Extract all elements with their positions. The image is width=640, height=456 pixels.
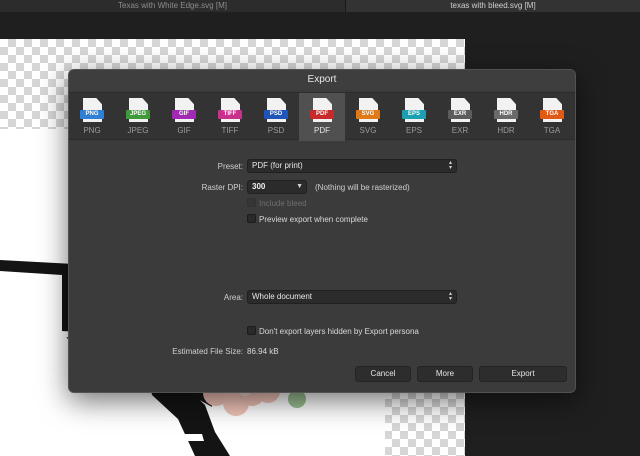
format-label: SVG (359, 126, 377, 135)
format-label: EPS (405, 126, 422, 135)
preview-export-label: Preview export when complete (259, 215, 368, 224)
area-label: Area: (223, 293, 243, 302)
estimated-size-value: 86.94 kB (247, 347, 279, 356)
area-select[interactable]: Whole document ▴ ▾ (247, 290, 457, 304)
preset-select[interactable]: PDF (for print) ▴ ▾ (247, 159, 457, 173)
select-arrows-icon: ▴ ▾ (448, 160, 452, 171)
cancel-button[interactable]: Cancel (355, 366, 411, 382)
format-tab-tga[interactable]: TGA TGA (529, 93, 575, 141)
format-tab-gif[interactable]: GIF GIF (161, 93, 207, 141)
format-badge: PNG (80, 110, 104, 119)
format-tab-exr[interactable]: EXR EXR (437, 93, 483, 141)
format-tab-svg[interactable]: SVG SVG (345, 93, 391, 141)
format-label: TGA (543, 126, 561, 135)
format-badge: HDR (494, 110, 518, 119)
format-badge: PDF (310, 110, 334, 119)
document-tab-texas-bleed[interactable]: texas with bleed.svg [M] (346, 0, 640, 12)
select-arrows-icon: ▴ ▾ (448, 291, 452, 302)
dialog-title: Export (69, 70, 575, 90)
format-badge: TIFF (218, 110, 242, 119)
format-badge: EPS (402, 110, 426, 119)
area-value: Whole document (252, 292, 313, 301)
format-label: PDF (314, 126, 330, 135)
format-tab-jpeg[interactable]: JPEG JPEG (115, 93, 161, 141)
raster-dpi-label: Raster DPI: (201, 183, 243, 192)
format-badge: GIF (172, 110, 196, 119)
format-label: TIFF (221, 126, 239, 135)
raster-dpi-combo[interactable]: 300 ▼ (247, 180, 307, 194)
format-label: PNG (83, 126, 101, 135)
format-tab-png[interactable]: PNG PNG (69, 93, 115, 141)
chevron-down-icon: ▼ (296, 183, 303, 190)
include-bleed-label: Include bleed (259, 199, 307, 208)
export-button[interactable]: Export (479, 366, 567, 382)
format-badge: PSD (264, 110, 288, 119)
format-tab-tiff[interactable]: TIFF TIFF (207, 93, 253, 141)
dont-export-hidden-label: Don't export layers hidden by Export per… (259, 327, 419, 336)
format-label: HDR (497, 126, 515, 135)
format-badge: TGA (540, 110, 564, 119)
dont-export-hidden-checkbox[interactable] (247, 326, 256, 335)
preview-export-checkbox[interactable] (247, 214, 256, 223)
format-tab-pdf[interactable]: PDF PDF (299, 93, 345, 141)
format-label: JPEG (127, 126, 149, 135)
raster-dpi-note: (Nothing will be rasterized) (315, 183, 410, 192)
preset-value: PDF (for print) (252, 161, 303, 170)
document-tab-bar: Texas with White Edge.svg [M] texas with… (0, 0, 640, 12)
more-button[interactable]: More (417, 366, 473, 382)
export-dialog: Export PNG PNG JPEG JPEG GIF GIF TIFF TI… (68, 69, 576, 393)
estimated-size-label: Estimated File Size: (172, 347, 243, 356)
document-tab-texas-white-edge[interactable]: Texas with White Edge.svg [M] (0, 0, 346, 12)
raster-dpi-value: 300 (252, 182, 266, 191)
format-label: GIF (177, 126, 191, 135)
preset-label: Preset: (217, 162, 243, 171)
format-badge: JPEG (126, 110, 150, 119)
format-tab-psd[interactable]: PSD PSD (253, 93, 299, 141)
format-tabs: PNG PNG JPEG JPEG GIF GIF TIFF TIFF PSD … (69, 92, 575, 141)
format-badge: SVG (356, 110, 380, 119)
format-label: PSD (267, 126, 285, 135)
format-tab-hdr[interactable]: HDR HDR (483, 93, 529, 141)
format-badge: EXR (448, 110, 472, 119)
format-tab-eps[interactable]: EPS EPS (391, 93, 437, 141)
format-label: EXR (451, 126, 469, 135)
include-bleed-checkbox[interactable] (247, 198, 256, 207)
